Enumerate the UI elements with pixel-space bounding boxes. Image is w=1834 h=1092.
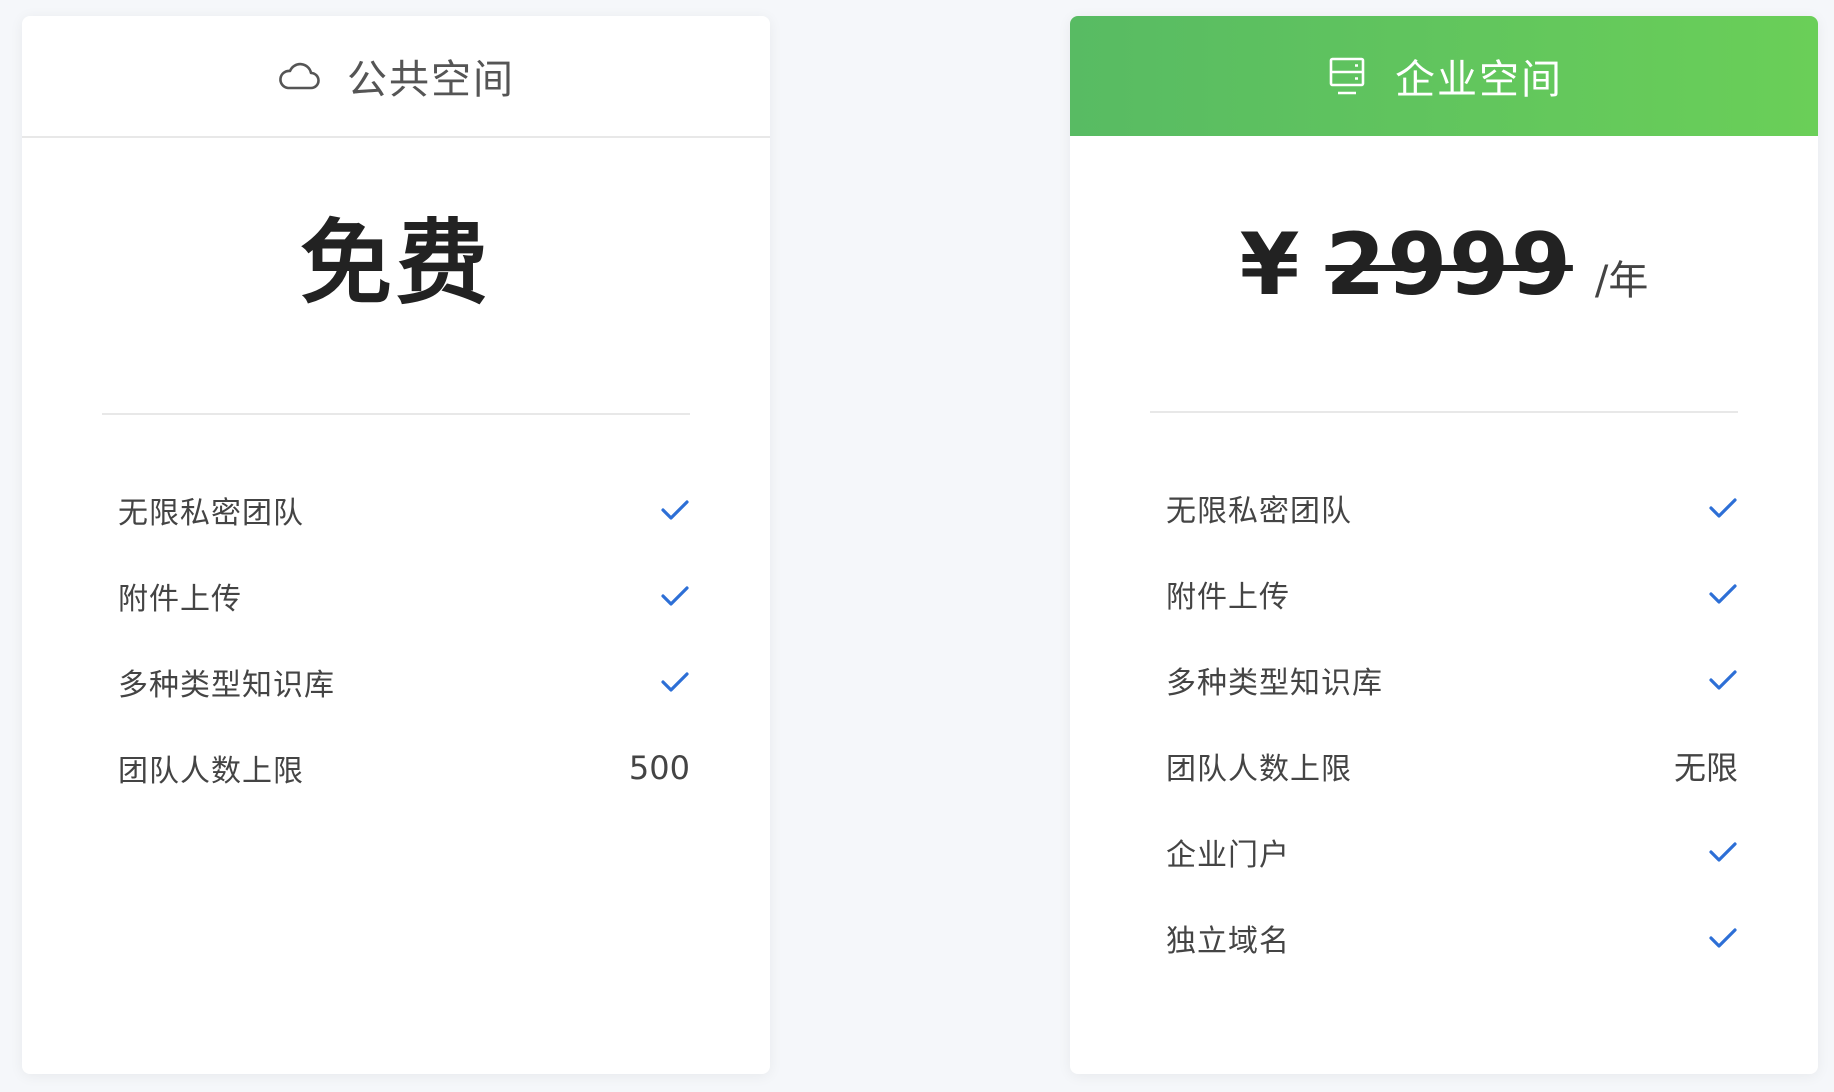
- feature-row: 附件上传: [102, 553, 690, 639]
- feature-row: 多种类型知识库: [102, 639, 690, 725]
- public-plan-feature-list: 无限私密团队 附件上传 多种类型知识库 团队人数上限 500: [22, 415, 770, 811]
- feature-row: 多种类型知识库: [1150, 637, 1738, 723]
- team-member-limit-value: 500: [628, 749, 690, 787]
- enterprise-plan-feature-list: 无限私密团队 附件上传 多种类型知识库 团队人数上限 无限 企业门户 独立域名: [1070, 413, 1818, 981]
- feature-label: 团队人数上限: [118, 754, 304, 789]
- feature-row: 无限私密团队: [102, 467, 690, 553]
- feature-row: 无限私密团队: [1150, 465, 1738, 551]
- enterprise-plan-title: 企业空间: [1395, 57, 1563, 103]
- check-icon: [660, 495, 690, 525]
- enterprise-plan-price-area: ¥ 2999 /年: [1070, 136, 1818, 411]
- feature-label: 企业门户: [1166, 838, 1290, 873]
- cloud-icon: [277, 54, 321, 98]
- public-plan-title: 公共空间: [347, 57, 515, 103]
- public-plan-header: 公共空间: [22, 16, 770, 138]
- public-plan-price: 免费: [299, 210, 492, 317]
- check-icon: [1708, 923, 1738, 953]
- enterprise-price-line: ¥ 2999 /年: [1070, 222, 1818, 308]
- feature-row: 附件上传: [1150, 551, 1738, 637]
- check-icon: [1708, 665, 1738, 695]
- feature-label: 无限私密团队: [1166, 494, 1352, 529]
- feature-label: 独立域名: [1166, 924, 1290, 959]
- team-member-limit-value: 无限: [1673, 749, 1738, 787]
- feature-row: 独立域名: [1150, 895, 1738, 981]
- check-icon: [1708, 493, 1738, 523]
- public-plan-card[interactable]: 公共空间 免费 无限私密团队 附件上传 多种类型知识库 团队人数上限 500: [22, 16, 770, 1074]
- check-icon: [660, 667, 690, 697]
- feature-label: 附件上传: [118, 582, 242, 617]
- feature-label: 多种类型知识库: [1166, 666, 1383, 701]
- enterprise-plan-card[interactable]: 企业空间 ¥ 2999 /年 无限私密团队 附件上传 多种类型知识库 团队人数上…: [1070, 16, 1818, 1074]
- currency-symbol: ¥: [1239, 215, 1300, 315]
- price-unit: /年: [1594, 258, 1649, 304]
- check-icon: [1708, 837, 1738, 867]
- feature-row: 团队人数上限 500: [102, 725, 690, 811]
- feature-label: 团队人数上限: [1166, 752, 1352, 787]
- public-plan-price-area: 免费: [22, 138, 770, 413]
- feature-label: 多种类型知识库: [118, 668, 335, 703]
- feature-row: 团队人数上限 无限: [1150, 723, 1738, 809]
- feature-label: 无限私密团队: [118, 496, 304, 531]
- feature-row: 企业门户: [1150, 809, 1738, 895]
- enterprise-plan-header: 企业空间: [1070, 16, 1818, 136]
- feature-label: 附件上传: [1166, 580, 1290, 615]
- check-icon: [660, 581, 690, 611]
- struck-price: 2999: [1325, 215, 1573, 315]
- check-icon: [1708, 579, 1738, 609]
- server-icon: [1325, 54, 1369, 98]
